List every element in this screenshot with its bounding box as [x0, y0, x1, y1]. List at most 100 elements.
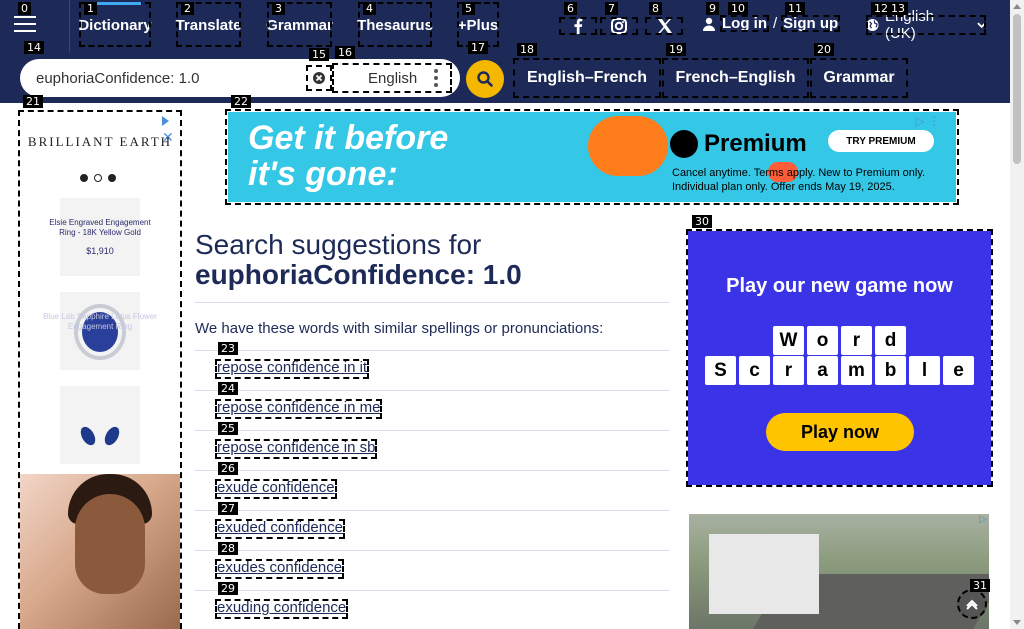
tile: o — [807, 326, 838, 355]
tile: e — [943, 356, 974, 385]
chevron-down-icon — [977, 22, 986, 29]
marker-20: 20 — [814, 43, 834, 56]
scroll-down-arrow[interactable] — [1013, 620, 1021, 625]
list-item: repose confidence in sb — [195, 430, 669, 470]
marker-10: 10 — [728, 2, 748, 15]
tab-english-french[interactable]: English–French — [513, 58, 661, 98]
site-language-selector[interactable]: English (UK) — [866, 8, 986, 42]
search-box: English — [20, 59, 460, 97]
video-ad[interactable]: ▷ — [689, 514, 989, 629]
spotify-logo: Premium — [670, 130, 807, 158]
scroll-to-top-button[interactable] — [957, 589, 987, 619]
search-bar-row: English English–French French–English Gr… — [0, 52, 1010, 103]
suggestion-link[interactable]: repose confidence in it — [215, 359, 370, 379]
tile: d — [875, 326, 906, 355]
nav-link-label: Thesaurus — [357, 17, 433, 34]
carousel-dots — [80, 174, 116, 182]
banner-headline: Get it before it's gone: — [248, 120, 448, 192]
dictionary-language-select[interactable]: English — [332, 63, 452, 93]
marker-6: 6 — [564, 2, 577, 15]
nav-link-label: Dictionary — [78, 17, 152, 34]
user-icon[interactable] — [702, 17, 716, 31]
sapphire-caption: Blue Lab Sapphire Lotus Flower Engagemen… — [43, 312, 157, 331]
marker-31: 31 — [970, 579, 990, 592]
tile: c — [739, 356, 770, 385]
suggestion-link[interactable]: repose confidence in me — [215, 399, 383, 419]
left-sidebar-ad[interactable]: ✕ BRILLIANT EARTH Elsie Engraved Engagem… — [18, 110, 182, 629]
marker-4: 4 — [363, 2, 376, 15]
suggestion-link[interactable]: repose confidence in sb — [215, 439, 378, 459]
banner-ad[interactable]: Get it before it's gone: Premium TRY PREM… — [225, 109, 959, 205]
list-item: exudes confidence — [195, 550, 669, 590]
search-input[interactable] — [20, 59, 305, 97]
suggestion-link[interactable]: exudes confidence — [215, 559, 345, 579]
login-separator: / — [773, 15, 778, 32]
model-photo — [20, 474, 180, 629]
tab-grammar[interactable]: Grammar — [810, 58, 908, 98]
marker-21: 21 — [23, 95, 43, 108]
tab-french-english[interactable]: French–English — [662, 58, 809, 98]
suggestion-link[interactable]: exuding confidence — [215, 599, 349, 619]
x-link[interactable] — [645, 17, 683, 35]
marker-11: 11 — [785, 2, 805, 15]
page-scrollbar[interactable] — [1010, 0, 1024, 629]
ad-choices-icon[interactable]: ▷ ⋮ — [915, 114, 940, 128]
marker-7: 7 — [605, 2, 618, 15]
instagram-icon — [611, 18, 627, 34]
nav-link-label: Translate — [175, 17, 242, 34]
marker-19: 19 — [666, 43, 686, 56]
tile: W — [773, 326, 804, 355]
marker-3: 3 — [272, 2, 285, 15]
nav-link-label: +Plus — [457, 17, 499, 34]
play-now-button[interactable]: Play now — [766, 413, 914, 451]
list-item: exuding confidence — [195, 590, 669, 629]
page-title-heading: Search suggestions for — [195, 229, 482, 260]
tile: S — [705, 356, 736, 385]
ad-choices-icon[interactable]: ▷ — [979, 514, 987, 525]
login-link[interactable]: Log in — [720, 15, 769, 32]
nav-divider — [69, 0, 70, 52]
banner-brand: Premium — [704, 130, 807, 157]
list-item: exuded confidence — [195, 510, 669, 550]
game-ad-title: Play our new game now — [726, 275, 953, 297]
arrow-up-icon — [966, 599, 978, 610]
list-item: repose confidence in it — [195, 350, 669, 390]
instagram-link[interactable] — [600, 17, 638, 35]
marker-0: 0 — [18, 2, 31, 15]
more-options-icon — [434, 69, 438, 87]
marker-2: 2 — [181, 2, 194, 15]
signup-link[interactable]: Sign up — [781, 15, 841, 32]
page-title-query: euphoriaConfidence: 1.0 — [195, 259, 522, 290]
marker-16: 16 — [335, 46, 355, 59]
clear-search-button[interactable] — [306, 65, 332, 91]
scrollbar-thumb[interactable] — [1013, 14, 1021, 164]
marker-5: 5 — [462, 2, 475, 15]
facebook-link[interactable] — [559, 17, 597, 35]
nav-link-label: Grammar — [266, 17, 333, 34]
divider — [195, 302, 669, 303]
tile: r — [841, 326, 872, 355]
tile: r — [773, 356, 804, 385]
banner-headline-line2: it's gone: — [248, 155, 398, 193]
marker-1: 1 — [84, 2, 97, 15]
suggestion-link[interactable]: exuded confidence — [215, 519, 345, 539]
search-button[interactable] — [466, 60, 504, 98]
try-premium-button[interactable]: TRY PREMIUM — [828, 130, 934, 152]
suggestion-link[interactable]: exude confidence — [215, 479, 337, 499]
spotify-icon — [670, 130, 698, 158]
word-scramble-ad[interactable]: Play our new game now W o r d S c r a m … — [686, 229, 993, 487]
scroll-up-arrow[interactable] — [1013, 4, 1021, 9]
scramble-tiles: S c r a m b l e — [688, 356, 991, 385]
ring-caption: Elsie Engraved Engagement Ring - 18K Yel… — [49, 218, 151, 237]
list-item: repose confidence in me — [195, 390, 669, 430]
marker-14: 14 — [24, 41, 44, 54]
tile: a — [807, 356, 838, 385]
facebook-icon — [574, 18, 583, 34]
globe-icon — [866, 18, 879, 32]
search-icon — [477, 71, 493, 87]
marker-15: 15 — [309, 48, 329, 61]
banner-headline-line1: Get it before — [248, 119, 449, 157]
tile: m — [841, 356, 872, 385]
hamburger-icon — [14, 16, 36, 34]
ad-brand: BRILLIANT EARTH — [27, 134, 173, 149]
